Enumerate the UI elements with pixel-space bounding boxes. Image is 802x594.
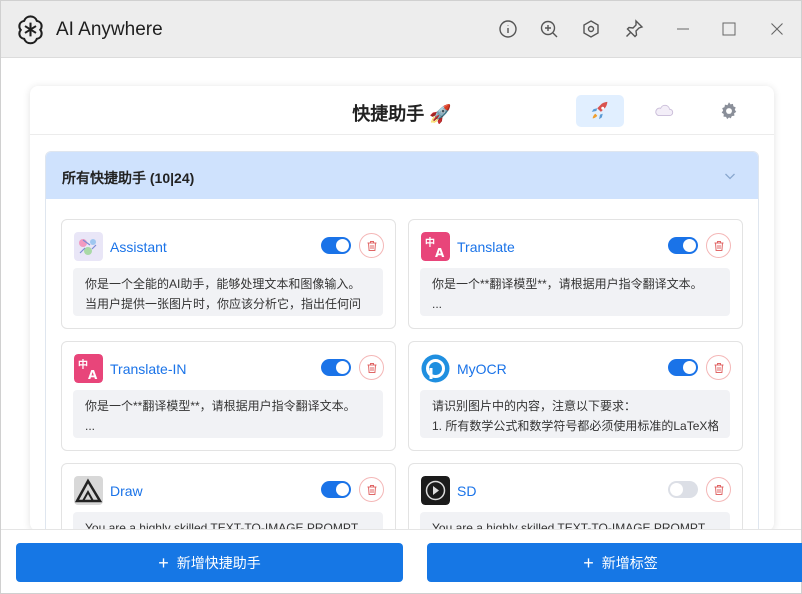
myocr-item[interactable]: MyOCR 请识别图片中的内容，注意以下要求： 1. 所有数学公式和数学符号都必… (408, 341, 743, 451)
pin-icon[interactable] (622, 17, 646, 41)
prompt-line: 当用户提供一张图片时，你应该分析它，指出任何问 (85, 297, 362, 311)
prompt-line: ... (85, 419, 96, 433)
rocket-icon (591, 101, 608, 120)
enable-toggle[interactable] (668, 237, 698, 254)
chevron-down-icon (725, 173, 735, 180)
add-assistant-button[interactable]: + 新增快捷助手 (16, 543, 403, 582)
assistant-group: 所有快捷助手 (10|24) Assistant 你是一个全能的AI助手，能够处… (45, 151, 759, 531)
translate-item[interactable]: 中 A Translate 你是一个**翻译模型**，请根据用户指令翻译文本。 … (408, 219, 743, 329)
svg-text:A: A (435, 246, 445, 260)
svg-text:A: A (88, 368, 98, 382)
group-header[interactable]: 所有快捷助手 (10|24) (46, 152, 758, 199)
svg-text:中: 中 (78, 358, 88, 371)
enable-toggle[interactable] (321, 359, 351, 376)
enable-toggle[interactable] (321, 237, 351, 254)
title-bar: AI Anywhere (1, 1, 801, 58)
translate-icon: 中 A (74, 354, 103, 383)
prompt-preview: 你是一个全能的AI助手，能够处理文本和图像输入。 当用户提供一张图片时，你应该分… (73, 268, 383, 316)
prompt-line: ... (432, 297, 443, 311)
tab-settings[interactable] (705, 95, 753, 127)
app-title: AI Anywhere (56, 19, 163, 40)
assistant-item[interactable]: Assistant 你是一个全能的AI助手，能够处理文本和图像输入。 当用户提供… (61, 219, 396, 329)
prompt-preview: 你是一个**翻译模型**，请根据用户指令翻译文本。 ... (420, 268, 730, 316)
openai-logo-icon (14, 13, 47, 46)
info-icon[interactable] (496, 17, 520, 41)
trash-icon (367, 240, 376, 251)
trash-icon (714, 484, 723, 495)
assistant-icon (74, 232, 103, 261)
prompt-line: 你是一个全能的AI助手，能够处理文本和图像输入。 (85, 277, 361, 291)
item-name: Draw (110, 483, 143, 499)
draw-item[interactable]: Draw You are a highly skilled TEXT-TO-IM… (61, 463, 396, 531)
tab-cloud[interactable] (640, 95, 688, 127)
sd-item[interactable]: SD You are a highly skilled TEXT-TO-IMAG… (408, 463, 743, 531)
delete-button[interactable] (359, 233, 384, 258)
tab-rocket[interactable] (576, 95, 624, 127)
ocr-icon (421, 354, 450, 383)
translate-in-item[interactable]: 中 A Translate-IN 你是一个**翻译模型**，请根据用户指令翻译文… (61, 341, 396, 451)
close-icon[interactable] (765, 17, 789, 41)
enable-toggle[interactable] (668, 359, 698, 376)
item-name: MyOCR (457, 361, 507, 377)
prompt-line: 1. 所有数学公式和数学符号都必须使用标准的LaTeX格 (432, 419, 718, 433)
delete-button[interactable] (359, 355, 384, 380)
sd-icon (421, 476, 450, 505)
draw-icon (74, 476, 103, 505)
item-name: Translate-IN (110, 361, 187, 377)
trash-icon (367, 362, 376, 373)
trash-icon (714, 362, 723, 373)
main-card: 快捷助手 🚀 所有快捷助手 (10|24) Assistant 你是一个全能的A… (30, 86, 774, 531)
prompt-line: 你是一个**翻译模型**，请根据用户指令翻译文本。 (85, 399, 356, 413)
translate-icon: 中 A (421, 232, 450, 261)
delete-button[interactable] (359, 477, 384, 502)
gear-icon (721, 102, 737, 120)
delete-button[interactable] (706, 355, 731, 380)
add-tag-button[interactable]: + 新增标签 (427, 543, 802, 582)
delete-button[interactable] (706, 233, 731, 258)
settings-hex-icon[interactable] (579, 17, 603, 41)
trash-icon (714, 240, 723, 251)
item-name: Translate (457, 239, 515, 255)
delete-button[interactable] (706, 477, 731, 502)
minimize-icon[interactable] (671, 17, 695, 41)
svg-text:中: 中 (425, 236, 435, 249)
item-name: Assistant (110, 239, 167, 255)
trash-icon (367, 484, 376, 495)
prompt-preview: 你是一个**翻译模型**，请根据用户指令翻译文本。 ... (73, 390, 383, 438)
prompt-line: 你是一个**翻译模型**，请根据用户指令翻译文本。 (432, 277, 703, 291)
plus-icon: + (158, 552, 169, 573)
item-name: SD (457, 483, 477, 499)
plus-icon: + (583, 552, 594, 573)
add-assistant-label: 新增快捷助手 (176, 554, 261, 571)
card-header: 快捷助手 🚀 (30, 86, 774, 135)
enable-toggle[interactable] (668, 481, 698, 498)
add-tag-label: 新增标签 (601, 554, 658, 571)
maximize-icon[interactable] (717, 17, 741, 41)
prompt-line: 请识别图片中的内容，注意以下要求： (432, 399, 637, 413)
bottom-bar: + 新增快捷助手 + 新增标签 (1, 529, 802, 593)
prompt-preview: 请识别图片中的内容，注意以下要求： 1. 所有数学公式和数学符号都必须使用标准的… (420, 390, 730, 438)
enable-toggle[interactable] (321, 481, 351, 498)
group-title: 所有快捷助手 (10|24) (62, 170, 195, 186)
zoom-in-icon[interactable] (537, 17, 561, 41)
cloud-icon (655, 104, 674, 117)
